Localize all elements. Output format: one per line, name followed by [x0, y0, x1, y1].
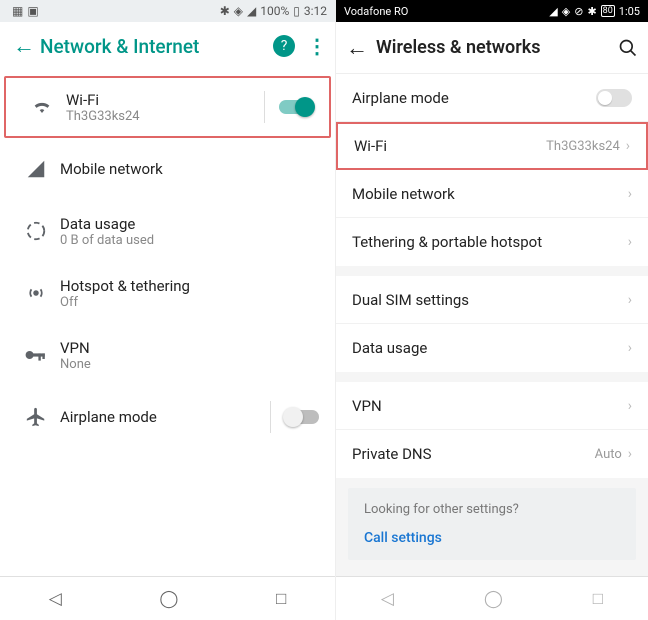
row-vpn[interactable]: VPNNone: [0, 324, 335, 386]
toggle[interactable]: [596, 89, 632, 107]
help-button[interactable]: ?: [273, 35, 295, 57]
row-airplane[interactable]: Airplane mode: [336, 74, 648, 122]
row-title: Hotspot & tethering: [60, 277, 319, 295]
nav-back[interactable]: ◁: [49, 589, 62, 609]
row-mobile[interactable]: Mobile network›: [336, 170, 648, 218]
row-subtitle: None: [60, 357, 319, 372]
row-dual-sim[interactable]: Dual SIM settings›: [336, 276, 648, 324]
wifi-icon: [22, 96, 62, 118]
row-title: Data usage: [60, 215, 319, 233]
notif-icon: ▣: [27, 4, 38, 18]
clock: 1:05: [619, 5, 640, 18]
row-title: Dual SIM settings: [352, 291, 628, 309]
chevron-right-icon: ›: [628, 186, 632, 202]
row-title: Mobile network: [352, 185, 628, 203]
dnd-icon: ⊘: [574, 5, 583, 18]
chevron-right-icon: ›: [628, 340, 632, 356]
chevron-right-icon: ›: [628, 446, 632, 462]
settings-list: Airplane modeWi-FiTh3G33ks24›Mobile netw…: [336, 74, 648, 576]
nav-back[interactable]: ◁: [381, 589, 394, 609]
nav-recent[interactable]: □: [276, 589, 286, 609]
page-title: Network & Internet: [40, 35, 273, 58]
row-vpn[interactable]: VPN›: [336, 382, 648, 430]
nav-recent[interactable]: □: [593, 589, 603, 609]
signal-status-icon: ◢: [549, 5, 557, 18]
chevron-right-icon: ›: [628, 292, 632, 308]
airplane-icon: [16, 406, 56, 428]
back-button[interactable]: ←: [8, 33, 40, 59]
row-title: Tethering & portable hotspot: [352, 233, 628, 251]
row-title: VPN: [60, 339, 319, 357]
row-value: Auto: [595, 447, 622, 462]
row-data[interactable]: Data usage›: [336, 324, 648, 372]
toggle[interactable]: [279, 100, 313, 114]
app-bar: ← Wireless & networks: [336, 22, 648, 74]
row-hotspot[interactable]: Hotspot & tetheringOff: [0, 262, 335, 324]
phone-huawei: Vodafone RO ◢ ◈ ⊘ ✱ 80 1:05 ← Wireless &…: [336, 0, 648, 620]
row-title: Mobile network: [60, 160, 319, 178]
overflow-button[interactable]: ⋮: [307, 34, 327, 58]
row-subtitle: 0 B of data used: [60, 233, 319, 248]
page-title: Wireless & networks: [376, 37, 618, 58]
notif-icon: ▦: [12, 4, 23, 18]
row-private-dns[interactable]: Private DNSAuto ›: [336, 430, 648, 478]
navigation-bar: ◁ ◯ □: [0, 576, 335, 620]
settings-group: VPN›Private DNSAuto›: [336, 382, 648, 478]
search-button[interactable]: [618, 38, 638, 58]
other-settings-card: Looking for other settings? Call settings: [348, 488, 636, 560]
phone-stock-android: ▦ ▣ ✱ ◈ ◢ 100% ▯ 3:12 ← Network & Intern…: [0, 0, 336, 620]
row-title: Wi-Fi: [66, 91, 258, 109]
hotspot-icon: [16, 282, 56, 304]
signal-icon: [16, 158, 56, 180]
row-wifi[interactable]: Wi-FiTh3G33ks24 ›: [336, 122, 648, 170]
wifi-status-icon: ◈: [234, 4, 243, 18]
toggle[interactable]: [285, 410, 319, 424]
row-mobile[interactable]: Mobile network: [0, 138, 335, 200]
row-wifi[interactable]: Wi-FiTh3G33ks24: [4, 76, 331, 138]
footer-question: Looking for other settings?: [364, 502, 620, 517]
back-button[interactable]: ←: [346, 35, 376, 61]
settings-group: Airplane modeWi-FiTh3G33ks24›Mobile netw…: [336, 74, 648, 266]
vpn-icon: [16, 344, 56, 366]
clock: 3:12: [304, 4, 327, 18]
settings-group: Dual SIM settings›Data usage›: [336, 276, 648, 372]
app-bar: ← Network & Internet ? ⋮: [0, 22, 335, 70]
carrier: Vodafone RO: [344, 5, 545, 18]
data-usage-icon: [16, 220, 56, 242]
call-settings-link[interactable]: Call settings: [364, 530, 442, 546]
navigation-bar: ◁ ◯ □: [336, 576, 648, 620]
wifi-status-icon: ◈: [562, 5, 570, 18]
row-airplane[interactable]: Airplane mode: [0, 386, 335, 448]
status-bar: Vodafone RO ◢ ◈ ⊘ ✱ 80 1:05: [336, 0, 648, 22]
status-bar: ▦ ▣ ✱ ◈ ◢ 100% ▯ 3:12: [0, 0, 335, 22]
battery-icon: ▯: [293, 4, 300, 18]
row-data-usage[interactable]: Data usage0 B of data used: [0, 200, 335, 262]
row-subtitle: Th3G33ks24: [66, 109, 258, 124]
bluetooth-icon: ✱: [587, 5, 596, 18]
row-title: Airplane mode: [60, 408, 264, 426]
row-title: Private DNS: [352, 445, 595, 463]
settings-list: Wi-FiTh3G33ks24 Mobile network Data usage0…: [0, 70, 335, 576]
row-title: VPN: [352, 397, 628, 415]
row-subtitle: Off: [60, 295, 319, 310]
chevron-right-icon: ›: [626, 138, 630, 154]
row-title: Wi-Fi: [354, 137, 546, 155]
nav-home[interactable]: ◯: [159, 589, 178, 609]
bluetooth-icon: ✱: [220, 4, 230, 18]
chevron-right-icon: ›: [628, 234, 632, 250]
row-title: Airplane mode: [352, 89, 596, 107]
battery-percent: 100%: [260, 4, 289, 18]
row-value: Th3G33ks24: [546, 139, 620, 154]
row-title: Data usage: [352, 339, 628, 357]
chevron-right-icon: ›: [628, 398, 632, 414]
signal-status-icon: ◢: [247, 4, 256, 18]
battery-percent: 80: [601, 5, 615, 17]
row-tethering[interactable]: Tethering & portable hotspot›: [336, 218, 648, 266]
nav-home[interactable]: ◯: [484, 589, 503, 609]
